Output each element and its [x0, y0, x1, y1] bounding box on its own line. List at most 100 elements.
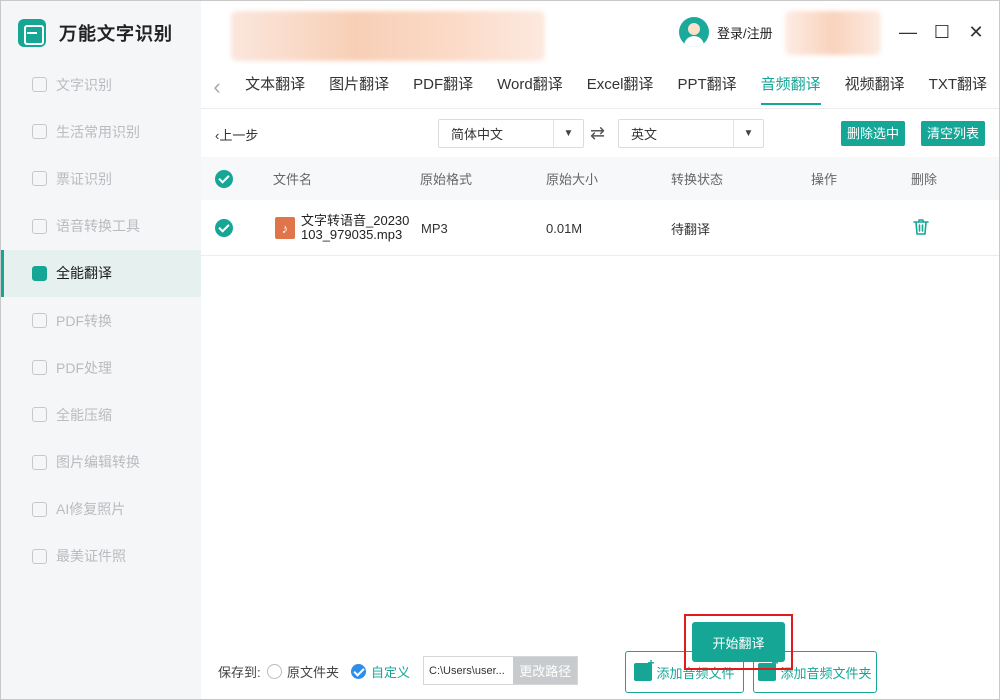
- tab[interactable]: Excel翻译: [575, 65, 666, 109]
- sidebar-item-label: 最美证件照: [56, 548, 126, 565]
- app-window: 万能文字识别 文字识别生活常用识别 票证识别语音转换工具 全能翻译 PDF转换 PDF处…: [0, 0, 1000, 700]
- swap-language-icon[interactable]: ⇄: [590, 123, 605, 144]
- radio-dot[interactable]: [267, 664, 282, 679]
- save-path-value: C:\Users\user...: [429, 664, 505, 677]
- close-icon[interactable]: ✕: [964, 20, 988, 44]
- change-path-button[interactable]: 更改路径: [513, 657, 577, 684]
- row-filename-cell: ♪ 文字转语音_20230103_979035.mp3: [275, 201, 413, 255]
- start-translate-button[interactable]: 开始翻译: [692, 622, 785, 662]
- top-bar: 登录/注册 — ☐ ✕: [201, 1, 999, 65]
- brand: 万能文字识别: [1, 1, 201, 65]
- avatar-icon[interactable]: [679, 17, 709, 47]
- table-row: ♪ 文字转语音_20230103_979035.mp3 MP3 0.01M 待翻…: [201, 201, 999, 256]
- maximize-icon[interactable]: ☐: [930, 20, 954, 44]
- header-format: 原始格式: [420, 172, 473, 187]
- tab[interactable]: PDF翻译: [401, 65, 485, 109]
- compress-icon: [32, 407, 47, 423]
- tab[interactable]: 文本翻译: [233, 65, 317, 109]
- save-path-field[interactable]: C:\Users\user... 更改路径: [423, 656, 578, 685]
- tab[interactable]: TXT翻译: [917, 65, 999, 109]
- sidebar-item-label: 语音转换工具: [56, 218, 140, 235]
- source-language-select[interactable]: 简体中文 ▼: [438, 119, 584, 148]
- tab[interactable]: Word翻译: [485, 65, 575, 109]
- sidebar-item[interactable]: 语音转换工具: [1, 203, 201, 250]
- row-delete-cell: [911, 201, 931, 255]
- app-name: 万能文字识别: [59, 24, 173, 44]
- translate-tabs: ‹ 文本翻译 图片翻译 PDF翻译 Word翻译 Excel翻译 PPT翻译 音频翻译 视频翻…: [201, 65, 999, 109]
- chevron-down-icon[interactable]: ▼: [733, 120, 763, 147]
- sidebar-item-label: 全能翻译: [56, 265, 112, 282]
- login-register-link[interactable]: 登录/注册: [717, 23, 773, 42]
- sidebar-item[interactable]: 最美证件照: [1, 533, 201, 580]
- radio-custom-folder[interactable]: 自定义: [351, 662, 410, 681]
- target-language-value: 英文: [631, 127, 658, 142]
- header-action: 操作: [811, 172, 838, 187]
- sidebar-item[interactable]: 全能压缩: [1, 391, 201, 438]
- ai-repair-icon: [32, 501, 47, 517]
- row-status: 待翻译: [671, 221, 711, 237]
- source-language-value: 简体中文: [451, 127, 504, 142]
- back-button[interactable]: ‹上一步: [215, 125, 258, 144]
- tab[interactable]: 视频翻译: [833, 65, 917, 109]
- row-size: 0.01M: [546, 220, 583, 236]
- tabs-scroll-left-icon[interactable]: ‹: [201, 74, 233, 100]
- translate-icon: [32, 265, 47, 281]
- id-photo-icon: [32, 548, 47, 564]
- select-all-checkbox[interactable]: [215, 169, 233, 188]
- sidebar-item[interactable]: AI修复照片: [1, 486, 201, 533]
- row-check-cell: [215, 201, 233, 255]
- radio-custom-folder-label: 自定义: [371, 665, 411, 680]
- radio-dot[interactable]: [351, 664, 366, 679]
- tab[interactable]: 图片翻译: [317, 65, 401, 109]
- tab[interactable]: PPT翻译: [665, 65, 748, 109]
- image-edit-icon: [32, 454, 47, 470]
- radio-original-folder[interactable]: 原文件夹: [267, 662, 339, 681]
- sidebar-item[interactable]: 图片编辑转换: [1, 439, 201, 486]
- sidebar-item[interactable]: 生活常用识别: [1, 108, 201, 155]
- scan-life-icon: [32, 124, 47, 140]
- blurred-promo[interactable]: [785, 11, 881, 55]
- header-status: 转换状态: [671, 172, 724, 187]
- scan-text-icon: [32, 77, 47, 93]
- sidebar-item-label: 全能压缩: [56, 406, 112, 423]
- trash-icon[interactable]: [911, 217, 931, 240]
- save-to-label: 保存到:: [218, 665, 261, 680]
- sidebar-item[interactable]: 全能翻译: [1, 249, 201, 298]
- back-button-label: 上一步: [219, 128, 259, 143]
- radio-original-folder-label: 原文件夹: [287, 665, 340, 680]
- start-button-highlight: 开始翻译: [684, 614, 793, 670]
- sidebar-item-label: PDF处理: [56, 359, 112, 376]
- pdf-convert-icon: [32, 313, 47, 329]
- sidebar-item-label: 票证识别: [56, 170, 112, 187]
- blurred-banner[interactable]: [231, 11, 545, 61]
- select-all-cell: [215, 157, 233, 200]
- sidebar-item[interactable]: PDF转换: [1, 297, 201, 344]
- row-checkbox[interactable]: [215, 219, 233, 237]
- music-file-icon: [634, 656, 654, 681]
- side-menu: 文字识别生活常用识别 票证识别语音转换工具 全能翻译 PDF转换 PDF处理全能压缩图片…: [1, 61, 201, 580]
- sidebar-item[interactable]: 票证识别: [1, 155, 201, 202]
- sidebar-item-label: 图片编辑转换: [56, 454, 140, 471]
- login-area[interactable]: 登录/注册: [679, 17, 773, 47]
- delete-selected-button[interactable]: 删除选中: [841, 121, 906, 146]
- sidebar-item-label: 文字识别: [56, 76, 112, 93]
- sidebar-item[interactable]: 文字识别: [1, 61, 201, 108]
- tab[interactable]: 音频翻译: [749, 65, 833, 109]
- header-delete: 删除: [911, 172, 938, 187]
- ticket-scan-icon: [32, 171, 47, 187]
- pdf-process-icon: [32, 360, 47, 376]
- app-logo-icon: [18, 19, 46, 47]
- clear-list-button[interactable]: 清空列表: [921, 121, 986, 146]
- sidebar-item[interactable]: PDF处理: [1, 344, 201, 391]
- sidebar-item-label: AI修复照片: [56, 501, 126, 518]
- toolbar: ‹上一步 简体中文 ▼ ⇄ 英文 ▼ 删除选中 清空列表: [201, 109, 999, 157]
- chevron-down-icon[interactable]: ▼: [553, 120, 583, 147]
- footer: 保存到: 原文件夹 自定义 C:\Users\user... 更改路径 添加音频…: [201, 621, 999, 700]
- target-language-select[interactable]: 英文 ▼: [618, 119, 764, 148]
- sidebar-item-label: 生活常用识别: [56, 123, 140, 140]
- sidebar-item-label: PDF转换: [56, 312, 112, 329]
- row-filename: 文字转语音_20230103_979035.mp3: [301, 213, 410, 242]
- minimize-icon[interactable]: —: [896, 20, 920, 44]
- table-header: 文件名 原始格式 原始大小 转换状态 操作 删除: [201, 157, 999, 200]
- sidebar: 万能文字识别 文字识别生活常用识别 票证识别语音转换工具 全能翻译 PDF转换 PDF处…: [1, 1, 201, 699]
